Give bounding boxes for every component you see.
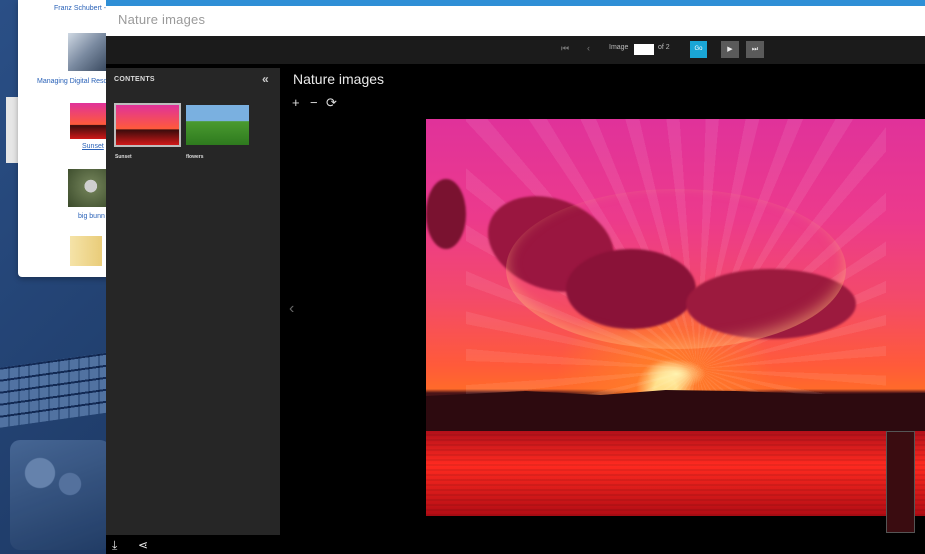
resource-list-panel: Franz Schubert - Managing Digital Reso S… <box>18 0 118 277</box>
list-item-thumbnail[interactable] <box>68 169 106 207</box>
page-count-label: of 2 <box>658 44 670 51</box>
background-photo <box>0 280 110 554</box>
sun <box>646 359 706 389</box>
folder-icon[interactable] <box>70 236 102 266</box>
keyboard-decoration <box>0 352 110 428</box>
download-icon[interactable]: ⤓ <box>112 538 117 553</box>
contents-label[interactable]: flowers <box>186 154 204 160</box>
contents-label[interactable]: Sunset <box>115 154 132 160</box>
dialog-header: Nature images <box>106 6 925 36</box>
list-item-thumbnail[interactable] <box>70 103 108 139</box>
viewer-footer: ⤓ ⋖ <box>106 535 280 554</box>
page-number-input[interactable] <box>634 44 654 55</box>
contents-title: CONTENTS <box>114 76 155 83</box>
plus-icon[interactable]: + <box>292 95 300 110</box>
cloud-highlight <box>506 189 846 349</box>
contents-thumbnail-sunset[interactable] <box>114 103 181 147</box>
list-item-thumbnail[interactable] <box>68 33 106 71</box>
sunset-image <box>426 119 925 516</box>
list-item-caption[interactable]: Managing Digital Reso <box>37 78 107 85</box>
viewer-title: Nature images <box>293 71 385 87</box>
rotate-icon[interactable]: ⟳ <box>326 95 337 111</box>
dialog-title: Nature images <box>118 12 206 27</box>
share-icon[interactable]: ⋖ <box>138 538 148 552</box>
list-item-caption[interactable]: big bunn <box>78 213 105 220</box>
navigator-minimap[interactable] <box>886 431 915 533</box>
water-reflection <box>426 431 925 516</box>
chevron-left-icon[interactable]: ‹ <box>289 300 294 318</box>
image-label: Image <box>609 44 629 51</box>
contents-sidebar: CONTENTS « Sunset flowers <box>106 68 280 535</box>
prev-page-icon[interactable]: ‹ <box>587 43 590 53</box>
viewer-toolbar: ⏮ ‹ Image of 2 Go ▶ ⏭ <box>106 36 925 64</box>
minus-icon[interactable]: − <box>310 95 318 110</box>
image-viewer-dialog: Nature images ⏮ ‹ Image of 2 Go ▶ ⏭ CONT… <box>106 0 925 554</box>
first-page-icon[interactable]: ⏮ <box>561 43 569 54</box>
play-icon[interactable]: ▶ <box>721 41 739 58</box>
list-item-caption[interactable]: Sunset <box>82 143 104 150</box>
go-button[interactable]: Go <box>690 41 707 58</box>
list-item-caption[interactable]: Franz Schubert - <box>54 5 106 12</box>
cloud <box>426 179 466 249</box>
double-chevron-left-icon[interactable]: « <box>262 72 269 86</box>
typewriter-decoration <box>10 440 110 550</box>
contents-thumbnail-flowers[interactable] <box>186 105 249 145</box>
last-page-icon[interactable]: ⏭ <box>746 41 764 58</box>
